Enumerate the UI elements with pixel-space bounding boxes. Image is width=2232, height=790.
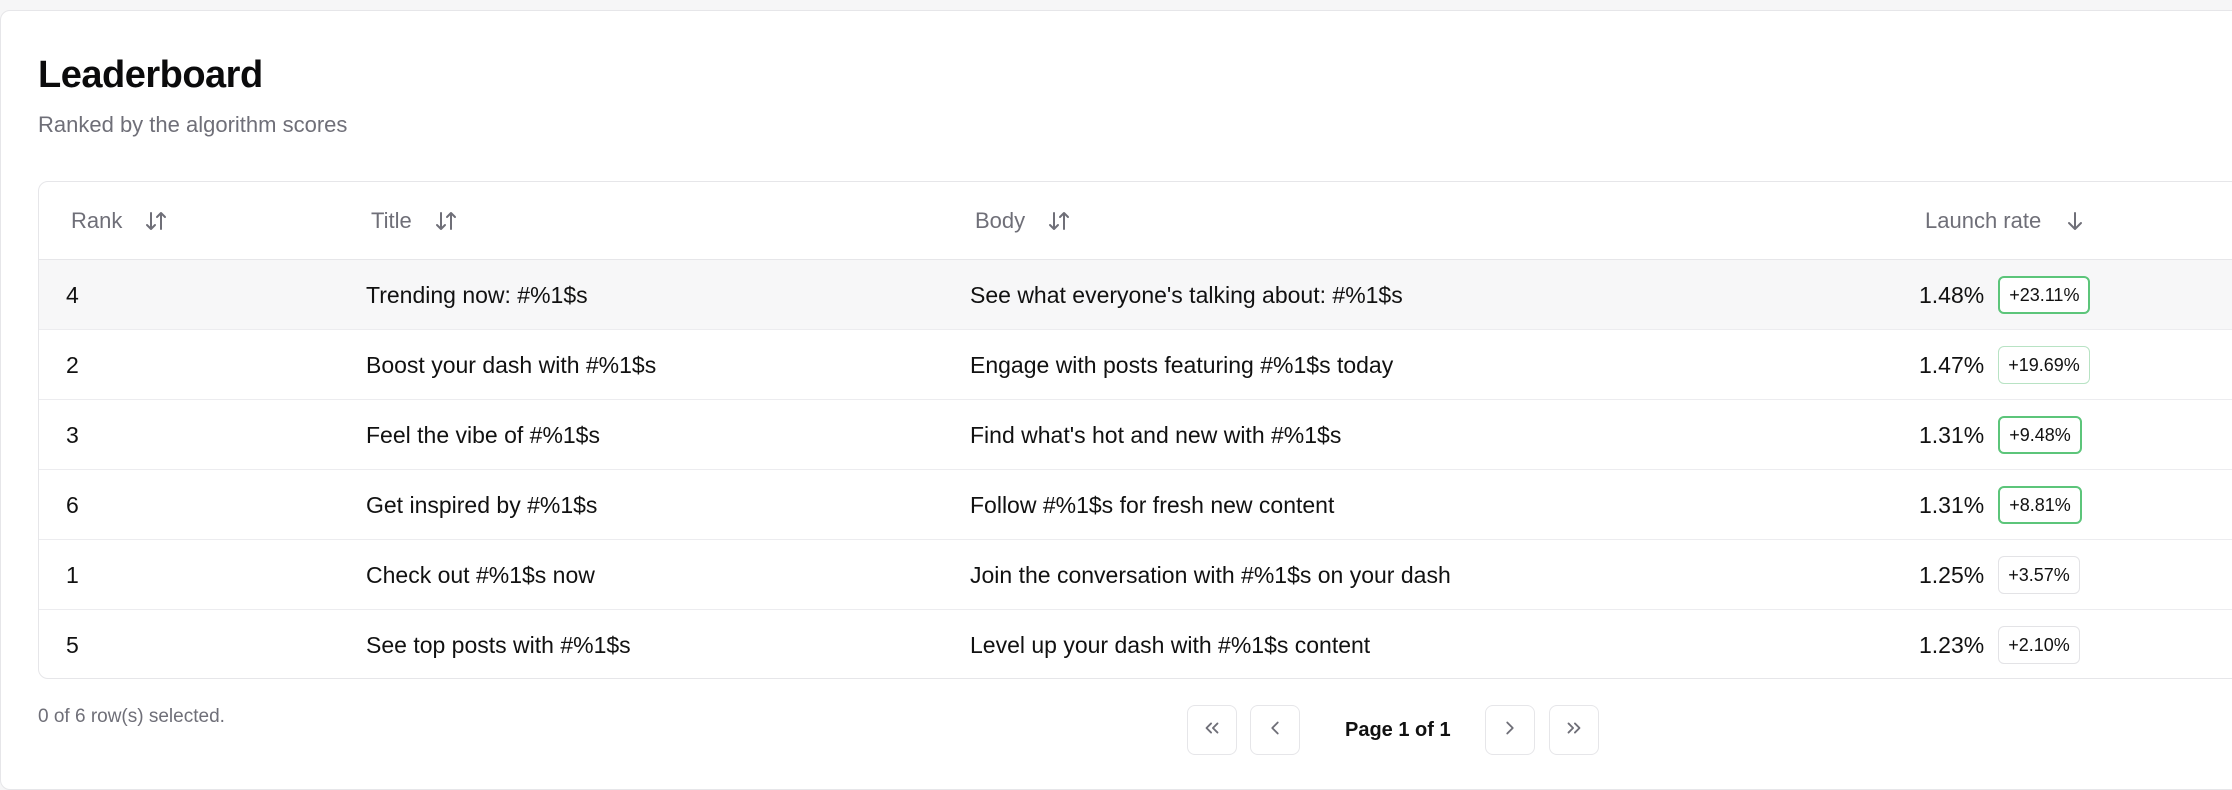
body-cell: See what everyone's talking about: #%1$s	[970, 281, 1403, 308]
selection-status: 0 of 6 row(s) selected.	[38, 706, 225, 727]
column-header-label: Title	[371, 207, 412, 233]
sort-updown-icon[interactable]	[1047, 209, 1071, 233]
table-row[interactable]: 2 Boost your dash with #%1$s Engage with p…	[39, 330, 2232, 400]
rank-cell: 1	[66, 561, 79, 588]
leaderboard-card: Leaderboard Ranked by the algorithm scor…	[0, 10, 2232, 790]
delta-badge: +9.48%	[1998, 416, 2082, 454]
body-cell: Follow #%1$s for fresh new content	[970, 491, 1335, 518]
sort-updown-icon[interactable]	[434, 209, 458, 233]
chevrons-right-icon	[1563, 717, 1585, 744]
table-row[interactable]: 6 Get inspired by #%1$s Follow #%1$s for f…	[39, 470, 2232, 540]
chevron-left-icon	[1264, 717, 1286, 744]
first-page-button[interactable]	[1187, 705, 1237, 755]
launch-rate-cell: 1.25% +3.57%	[1919, 540, 2080, 610]
launch-rate-cell: 1.47% +19.69%	[1919, 330, 2090, 400]
launch-rate-value: 1.47%	[1919, 351, 1985, 378]
column-header-launch-rate[interactable]: Launch rate	[1925, 182, 2087, 259]
delta-badge: +23.11%	[1998, 276, 2091, 314]
rank-cell: 5	[66, 631, 79, 658]
launch-rate-cell: 1.23% +2.10%	[1919, 610, 2080, 678]
table-body: 4 Trending now: #%1$s See what everyone's …	[39, 260, 2232, 678]
previous-page-button[interactable]	[1250, 705, 1300, 755]
leaderboard-table: Rank Title Body Launch rate 4 Trending n…	[38, 181, 2232, 679]
title-cell: Get inspired by #%1$s	[366, 491, 598, 518]
launch-rate-value: 1.23%	[1919, 631, 1985, 658]
chevron-right-icon	[1499, 717, 1521, 744]
page-subtitle: Ranked by the algorithm scores	[38, 112, 348, 137]
rank-cell: 4	[66, 281, 79, 308]
column-header-rank[interactable]: Rank	[71, 182, 168, 259]
page-title: Leaderboard	[38, 54, 263, 96]
title-cell: Boost your dash with #%1$s	[366, 351, 657, 378]
delta-badge: +8.81%	[1998, 486, 2082, 524]
table-row[interactable]: 5 See top posts with #%1$s Level up your d…	[39, 610, 2232, 678]
rank-cell: 6	[66, 491, 79, 518]
launch-rate-cell: 1.48% +23.11%	[1919, 260, 2091, 330]
launch-rate-cell: 1.31% +8.81%	[1919, 470, 2082, 540]
launch-rate-value: 1.31%	[1919, 421, 1985, 448]
column-header-label: Launch rate	[1925, 207, 2042, 233]
chevrons-left-icon	[1201, 717, 1223, 744]
title-cell: Feel the vibe of #%1$s	[366, 421, 600, 448]
rank-cell: 3	[66, 421, 79, 448]
delta-badge: +2.10%	[1998, 626, 2080, 664]
launch-rate-value: 1.31%	[1919, 491, 1985, 518]
table-header: Rank Title Body Launch rate	[39, 182, 2232, 260]
page-indicator: Page 1 of 1	[1345, 718, 1451, 741]
title-cell: See top posts with #%1$s	[366, 631, 631, 658]
delta-badge: +19.69%	[1998, 346, 2090, 384]
table-row[interactable]: 1 Check out #%1$s now Join the conversatio…	[39, 540, 2232, 610]
rank-cell: 2	[66, 351, 79, 378]
delta-badge: +3.57%	[1998, 556, 2080, 594]
last-page-button[interactable]	[1549, 705, 1599, 755]
body-cell: Join the conversation with #%1$s on your…	[970, 561, 1451, 588]
column-header-label: Rank	[71, 207, 123, 233]
launch-rate-value: 1.25%	[1919, 561, 1985, 588]
table-row[interactable]: 3 Feel the vibe of #%1$s Find what's hot a…	[39, 400, 2232, 470]
body-cell: Level up your dash with #%1$s content	[970, 631, 1371, 658]
launch-rate-value: 1.48%	[1919, 281, 1985, 308]
column-header-body[interactable]: Body	[975, 182, 1071, 259]
body-cell: Find what's hot and new with #%1$s	[970, 421, 1342, 448]
title-cell: Trending now: #%1$s	[366, 281, 588, 308]
column-header-label: Body	[975, 207, 1026, 233]
column-header-title[interactable]: Title	[371, 182, 458, 259]
next-page-button[interactable]	[1485, 705, 1535, 755]
arrow-down-icon[interactable]	[2063, 209, 2087, 233]
body-cell: Engage with posts featuring #%1$s today	[970, 351, 1394, 378]
launch-rate-cell: 1.31% +9.48%	[1919, 400, 2082, 470]
sort-updown-icon[interactable]	[144, 209, 168, 233]
table-row[interactable]: 4 Trending now: #%1$s See what everyone's …	[39, 260, 2232, 330]
title-cell: Check out #%1$s now	[366, 561, 595, 588]
